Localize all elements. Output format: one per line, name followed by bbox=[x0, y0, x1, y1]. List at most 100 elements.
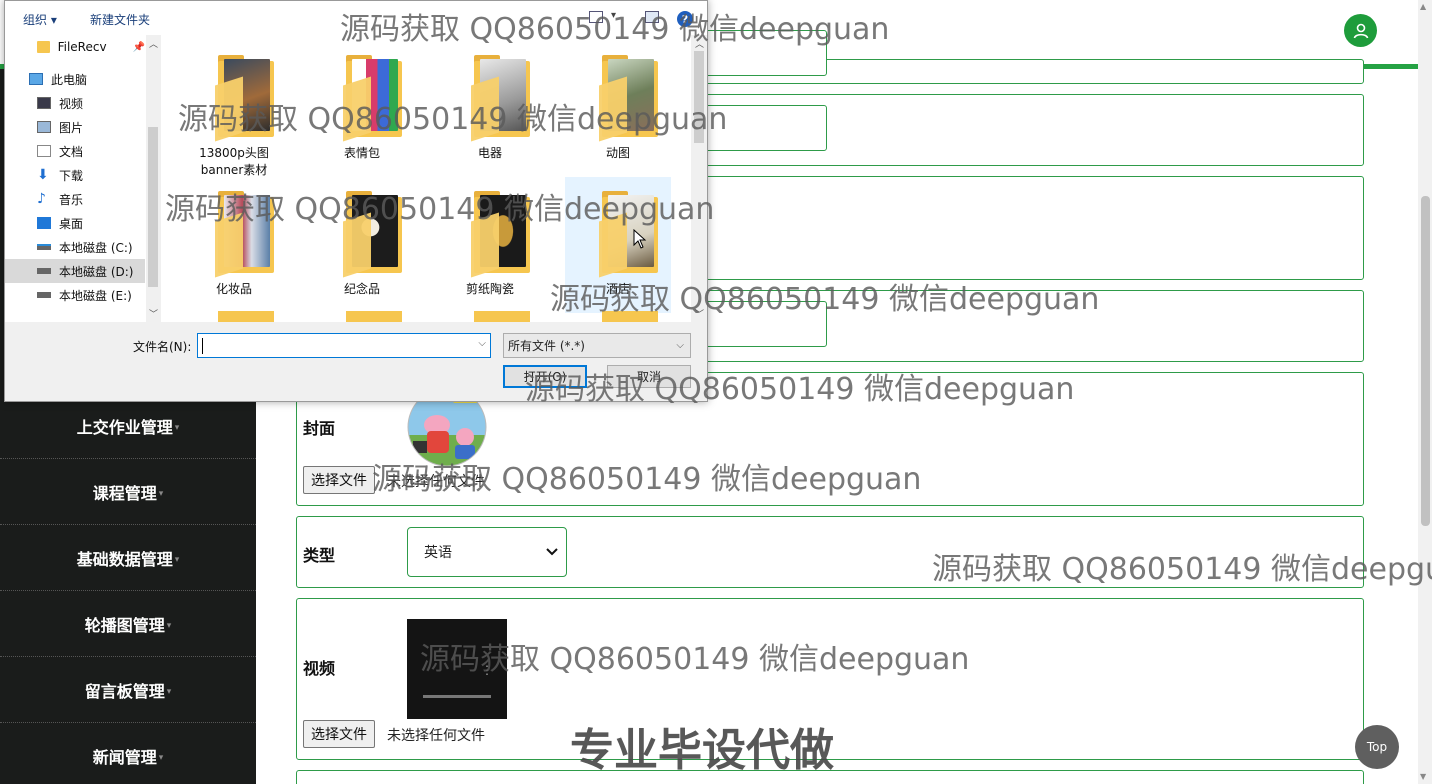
nav-item-drive-e[interactable]: 本地磁盘 (E:) bbox=[5, 283, 145, 307]
folder-name: 纪念品 bbox=[343, 282, 380, 296]
chevron-up-icon[interactable]: ︿ bbox=[695, 37, 704, 50]
drive-icon bbox=[37, 292, 51, 298]
folder-tile[interactable]: 剪纸陶瓷 bbox=[437, 177, 543, 313]
video-progress-bar[interactable] bbox=[423, 695, 491, 698]
file-list-scrollbar[interactable]: ︿ ﹀ bbox=[691, 35, 707, 322]
scroll-up-icon[interactable]: ▲ bbox=[1420, 2, 1426, 11]
folder-tile[interactable]: 化妆品 bbox=[181, 177, 287, 313]
computer-icon bbox=[29, 73, 43, 85]
navigation-scrollbar[interactable]: ︿ ﹀ bbox=[146, 35, 160, 322]
nav-item-label: FileRecv bbox=[57, 40, 107, 54]
desktop-icon bbox=[37, 217, 51, 229]
more-options-icon[interactable]: ⋮ bbox=[481, 663, 493, 677]
chevron-down-icon[interactable]: ﹀ bbox=[695, 307, 704, 320]
nav-item-label: 音乐 bbox=[59, 192, 84, 207]
video-choose-file-button[interactable]: 选择文件 bbox=[303, 720, 375, 748]
help-icon[interactable]: ? bbox=[677, 11, 693, 27]
nav-item-label: 视频 bbox=[59, 96, 84, 111]
folder-tile[interactable]: 电器 bbox=[437, 41, 543, 177]
nav-item-label: 桌面 bbox=[59, 216, 84, 231]
nav-item-drive-d[interactable]: 本地磁盘 (D:) bbox=[5, 259, 145, 283]
nav-item-music[interactable]: ♪ 音乐 bbox=[5, 187, 145, 211]
caret-down-icon: ▾ bbox=[166, 686, 172, 697]
folder-name: 化妆品 bbox=[215, 282, 252, 296]
cover-choose-file-button[interactable]: 选择文件 bbox=[303, 466, 375, 494]
folder-tile[interactable]: 纪念品 bbox=[309, 177, 415, 313]
folder-tile[interactable]: 13800p头图banner素材 bbox=[181, 41, 287, 177]
scroll-down-icon[interactable]: ▼ bbox=[1420, 772, 1426, 781]
nav-item-videos[interactable]: 视频 bbox=[5, 91, 145, 115]
cancel-button[interactable]: 取消 bbox=[607, 365, 691, 388]
nav-item-label: 本地磁盘 (D:) bbox=[59, 264, 134, 279]
sidebar-item-label: 上交作业管理 bbox=[76, 417, 173, 437]
folder-icon bbox=[602, 311, 658, 322]
type-select[interactable]: 英语 bbox=[407, 527, 567, 577]
new-folder-button[interactable]: 新建文件夹 bbox=[90, 11, 150, 28]
sidebar-item-messages[interactable]: 留言板管理 ▾ bbox=[0, 657, 256, 723]
nav-item-downloads[interactable]: ⬇ 下载 bbox=[5, 163, 145, 187]
file-list-pane: 13800p头图banner素材 表情包 电器 动图 化妆品 纪念品 剪纸陶瓷 bbox=[161, 35, 691, 322]
folder-name: 表情包 bbox=[343, 146, 380, 160]
nav-item-desktop[interactable]: 桌面 bbox=[5, 211, 145, 235]
sidebar-item-carousel[interactable]: 轮播图管理 ▾ bbox=[0, 591, 256, 657]
folder-icon bbox=[215, 191, 278, 278]
filename-input[interactable]: ⌵ bbox=[197, 333, 491, 358]
sidebar-item-news[interactable]: 新闻管理 ▾ bbox=[0, 723, 256, 784]
nav-item-drive-c[interactable]: 本地磁盘 (C:) bbox=[5, 235, 145, 259]
folder-icon bbox=[215, 55, 278, 142]
music-icon: ♪ bbox=[37, 191, 46, 207]
nav-item-label: 此电脑 bbox=[51, 72, 88, 87]
page-scrollbar[interactable]: ▲ ▼ bbox=[1418, 0, 1432, 784]
folder-icon bbox=[343, 55, 406, 142]
cover-file-status: 未选择任何文件 bbox=[387, 474, 485, 490]
filename-label: 文件名(N): bbox=[133, 340, 192, 354]
file-type-filter[interactable]: 所有文件 (*.*) ⌵ bbox=[503, 333, 691, 358]
chevron-down-icon[interactable]: ▾ bbox=[611, 10, 616, 21]
preview-pane-icon[interactable] bbox=[645, 11, 659, 23]
open-button[interactable]: 打开(O) bbox=[503, 365, 587, 388]
user-icon bbox=[1353, 23, 1368, 38]
nav-item-filerecv[interactable]: FileRecv 📌 bbox=[5, 35, 145, 59]
folder-name: 酒店 bbox=[605, 282, 630, 296]
view-options-icon[interactable] bbox=[589, 11, 603, 23]
chevron-down-icon[interactable]: ⌵ bbox=[478, 338, 486, 349]
folder-name: 电器 bbox=[477, 146, 502, 160]
folder-name: 动图 bbox=[605, 146, 630, 160]
organize-menu[interactable]: 组织 ▾ bbox=[23, 11, 57, 28]
nav-item-documents[interactable]: 文档 bbox=[5, 139, 145, 163]
chevron-down-icon bbox=[546, 544, 558, 560]
chevron-down-icon[interactable]: ﹀ bbox=[149, 307, 158, 320]
pin-icon[interactable]: 📌 bbox=[133, 42, 145, 53]
type-select-value: 英语 bbox=[424, 545, 452, 561]
chevron-down-icon: ⌵ bbox=[676, 340, 684, 351]
folder-tile[interactable]: 动图 bbox=[565, 41, 671, 177]
folder-icon bbox=[346, 311, 402, 322]
sidebar-item-base-data[interactable]: 基础数据管理 ▾ bbox=[0, 525, 256, 591]
nav-item-label: 图片 bbox=[59, 120, 84, 135]
user-avatar[interactable] bbox=[1344, 14, 1377, 47]
chevron-up-icon[interactable]: ︿ bbox=[149, 37, 158, 50]
file-type-filter-value: 所有文件 (*.*) bbox=[508, 339, 585, 353]
page-scrollbar-thumb[interactable] bbox=[1421, 196, 1430, 526]
nav-item-label: 本地磁盘 (E:) bbox=[59, 288, 132, 303]
nav-item-this-pc[interactable]: 此电脑 bbox=[5, 67, 145, 91]
drive-icon bbox=[37, 244, 51, 250]
folder-tile[interactable]: 酒店 bbox=[565, 177, 671, 313]
type-label: 类型 bbox=[303, 546, 336, 565]
folder-name: 13800p头图banner素材 bbox=[199, 146, 269, 177]
file-list-scrollbar-thumb[interactable] bbox=[694, 51, 704, 143]
sidebar-item-homework[interactable]: 上交作业管理 ▾ bbox=[0, 393, 256, 459]
video-file-status: 未选择任何文件 bbox=[387, 728, 485, 744]
dialog-toolbar: 组织 ▾ 新建文件夹 ▾ ? bbox=[5, 1, 707, 35]
back-to-top-button[interactable]: Top bbox=[1355, 725, 1399, 769]
caret-down-icon: ▾ bbox=[174, 422, 180, 433]
mouse-cursor-icon bbox=[633, 229, 647, 249]
sidebar-item-courses[interactable]: 课程管理 ▾ bbox=[0, 459, 256, 525]
documents-icon bbox=[37, 145, 51, 157]
video-player[interactable]: ⋮ bbox=[407, 619, 507, 719]
nav-item-pictures[interactable]: 图片 bbox=[5, 115, 145, 139]
navigation-scrollbar-thumb[interactable] bbox=[148, 127, 158, 287]
pictures-icon bbox=[37, 121, 51, 133]
text-caret bbox=[202, 338, 203, 354]
folder-tile[interactable]: 表情包 bbox=[309, 41, 415, 177]
